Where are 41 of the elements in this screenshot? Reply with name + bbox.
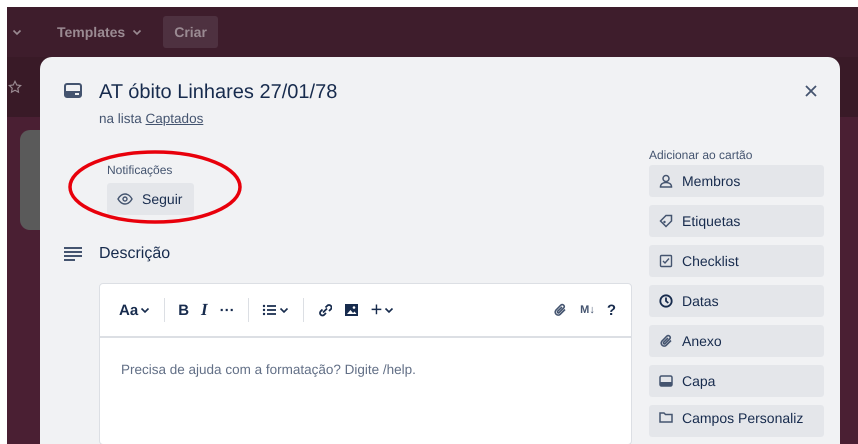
folder-icon (659, 410, 673, 424)
sidebar-button[interactable]: Checklist (649, 245, 824, 277)
section-label: Adicionar ao cartão (649, 148, 754, 162)
sidebar-button[interactable]: Datas (649, 285, 824, 317)
sidebar-button[interactable]: Membros (649, 165, 824, 197)
cover-icon (659, 374, 673, 388)
card-title: AT óbito Linhares 27/01/78 (99, 80, 338, 105)
person-icon (659, 174, 673, 188)
menu-button[interactable]: Templates (51, 20, 150, 44)
list-location: na lista Captados (99, 111, 204, 126)
clock-icon (659, 294, 673, 308)
description-icon (64, 247, 82, 261)
notifications-label: Notificações (107, 163, 172, 177)
list-icon (262, 303, 277, 317)
card-icon (64, 83, 82, 99)
create-button[interactable]: Criar (163, 16, 218, 48)
star-icon[interactable] (8, 80, 22, 94)
paperclip-icon[interactable] (553, 303, 568, 317)
list-link[interactable]: Captados (146, 111, 204, 126)
paperclip-icon (659, 334, 673, 348)
sidebar-button[interactable]: Etiquetas (649, 205, 824, 237)
sidebar-button[interactable]: Campos Personaliz (649, 405, 824, 437)
image-icon[interactable] (344, 303, 359, 317)
sidebar-button[interactable]: Anexo (649, 325, 824, 357)
eye-icon (117, 193, 133, 205)
checkbox-icon (659, 254, 673, 268)
section-heading: Descrição (99, 245, 170, 263)
italic-button[interactable]: I (196, 296, 213, 324)
editor-field[interactable]: Aa B I ··· + M↓ ? Precisa de ajuda com a formatação? Digite /help. (99, 283, 632, 444)
tag-icon (659, 214, 673, 228)
placeholder-text: Precisa de ajuda com a formatação? Digite /help. (120, 361, 417, 377)
help-button[interactable]: ? (602, 298, 621, 322)
bold-button[interactable]: B (173, 298, 194, 322)
text-style-button[interactable]: Aa (114, 298, 156, 322)
link-icon[interactable] (316, 303, 332, 317)
follow-button[interactable]: Seguir (107, 183, 194, 215)
more-button[interactable]: ··· (214, 298, 240, 322)
close-icon[interactable] (804, 84, 818, 98)
sidebar-button[interactable]: Capa (649, 365, 824, 397)
markdown-button[interactable]: M↓ (575, 300, 600, 320)
insert-button[interactable]: + (366, 294, 400, 326)
